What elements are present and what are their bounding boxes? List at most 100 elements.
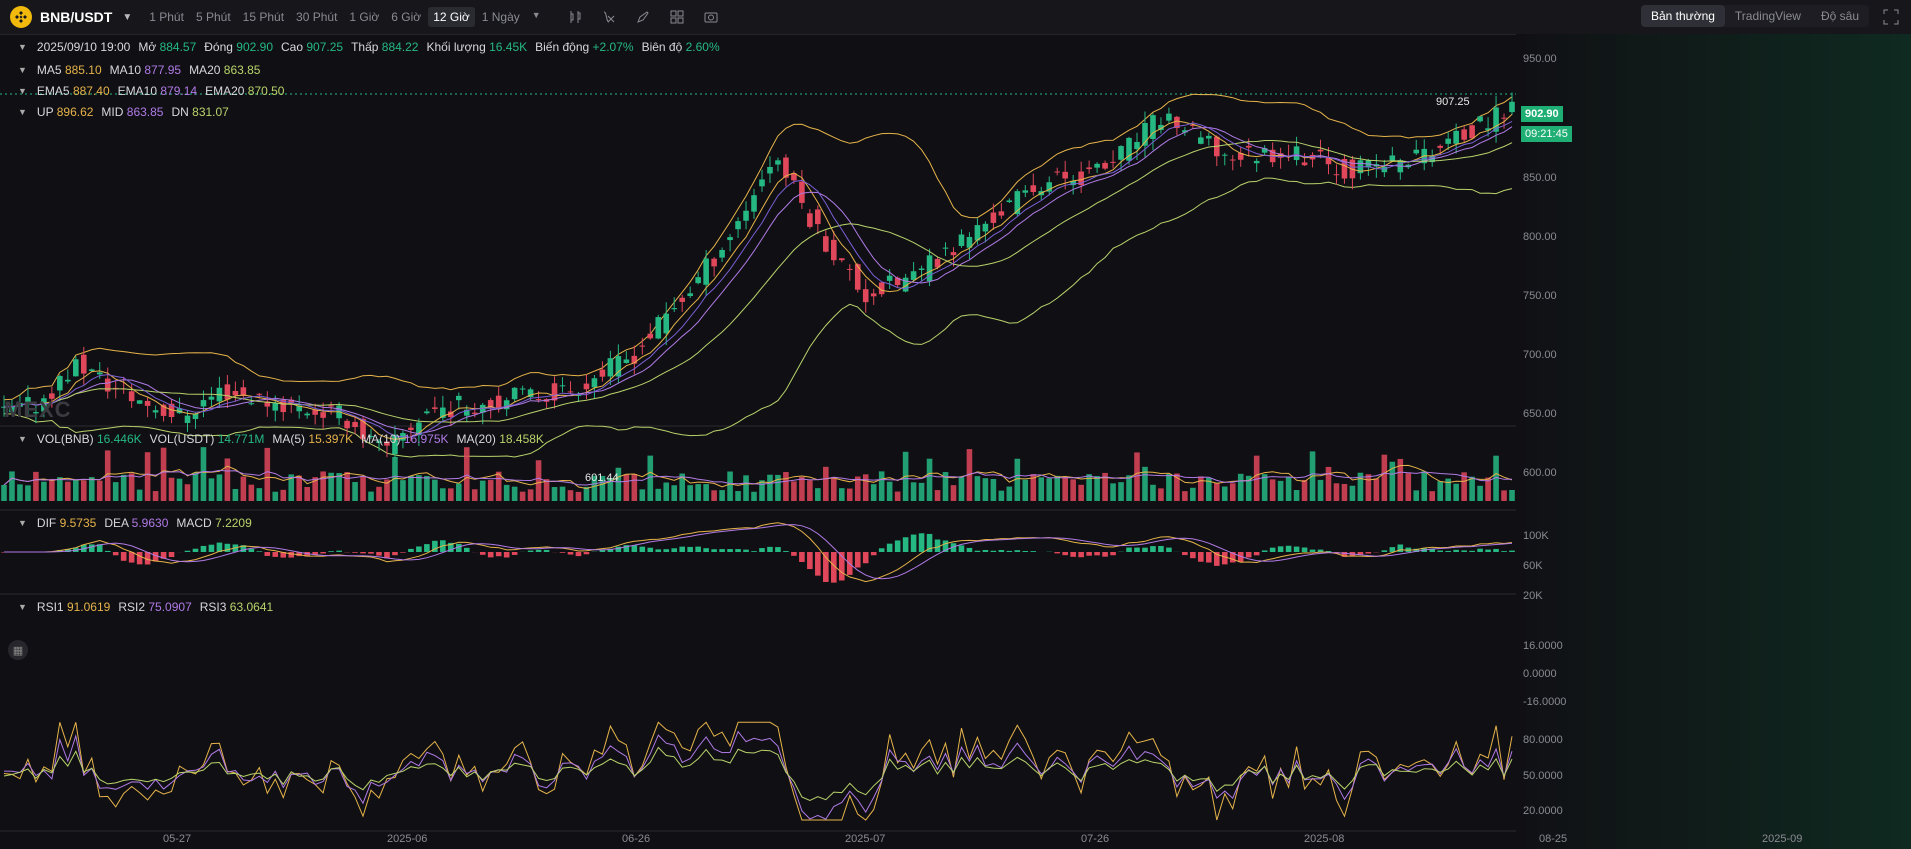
volume-legend: ▼ VOL(BNB) 16.446K VOL(USDT) 14.771M MA(… bbox=[18, 432, 544, 446]
candle-body bbox=[65, 379, 71, 382]
volume-bar bbox=[838, 488, 845, 501]
price-tick: 850.00 bbox=[1523, 172, 1557, 184]
pair-selector[interactable]: BNB/USDT bbox=[40, 9, 112, 25]
macd-bar bbox=[567, 552, 574, 555]
macd-bar bbox=[631, 545, 638, 552]
interval-30m[interactable]: 30 Phút bbox=[291, 7, 342, 27]
volume-bar bbox=[870, 484, 877, 501]
interval-1m[interactable]: 1 Phút bbox=[144, 7, 189, 27]
draw-icon[interactable] bbox=[634, 8, 652, 26]
rsi-collapse-icon[interactable]: ▼ bbox=[18, 602, 27, 612]
price-tick: 650.00 bbox=[1523, 408, 1557, 420]
volume-bar bbox=[1469, 476, 1475, 501]
interval-5m[interactable]: 5 Phút bbox=[191, 7, 236, 27]
boll-collapse-icon[interactable]: ▼ bbox=[18, 107, 27, 117]
interval-15m[interactable]: 15 Phút bbox=[238, 7, 289, 27]
volume-bar bbox=[1405, 473, 1412, 501]
volume-bar bbox=[535, 460, 542, 501]
candle-body bbox=[591, 378, 598, 388]
ma-collapse-icon[interactable]: ▼ bbox=[18, 65, 27, 75]
candle-body bbox=[1437, 145, 1443, 148]
macd-bar bbox=[799, 552, 805, 562]
indicator-icon[interactable] bbox=[566, 8, 584, 26]
low-value: 884.22 bbox=[381, 40, 419, 54]
candle-body bbox=[208, 396, 215, 400]
interval-more-icon[interactable]: ▼ bbox=[527, 7, 546, 27]
volume-bar bbox=[982, 478, 989, 501]
macd-bar bbox=[128, 552, 135, 563]
ma5-value: 885.10 bbox=[64, 63, 102, 77]
candle-body bbox=[232, 390, 239, 396]
macd-bar bbox=[807, 552, 813, 570]
interval-1d[interactable]: 1 Ngày bbox=[477, 7, 525, 27]
fullscreen-icon[interactable] bbox=[1883, 9, 1899, 25]
volume-bar bbox=[1038, 477, 1045, 501]
view-tradingview[interactable]: TradingView bbox=[1725, 5, 1811, 27]
candle-body bbox=[144, 400, 151, 406]
calendar-icon[interactable]: ▦ bbox=[8, 640, 28, 660]
volume-bar bbox=[1333, 483, 1340, 501]
collapse-icon[interactable]: ▼ bbox=[18, 42, 27, 52]
interval-1h[interactable]: 1 Giờ bbox=[344, 7, 384, 27]
volume-bar bbox=[1110, 483, 1116, 501]
ema5-value: 887.40 bbox=[72, 84, 110, 98]
candle-body bbox=[1102, 162, 1108, 169]
formula-icon[interactable] bbox=[600, 8, 618, 26]
macd-collapse-icon[interactable]: ▼ bbox=[18, 518, 27, 528]
price-tick: 600.00 bbox=[1523, 467, 1557, 479]
volume-bar bbox=[791, 481, 797, 501]
candle-body bbox=[408, 427, 414, 430]
camera-icon[interactable] bbox=[702, 8, 720, 26]
top-toolbar: BNB/USDT ▼ 1 Phút 5 Phút 15 Phút 30 Phút… bbox=[0, 0, 1911, 35]
macd-tick: 16.0000 bbox=[1523, 640, 1563, 652]
macd-bar bbox=[878, 548, 885, 552]
volume-bar bbox=[144, 452, 151, 501]
macd-bar bbox=[1166, 547, 1172, 552]
volume-bar bbox=[9, 471, 15, 501]
volume-bar bbox=[1429, 491, 1436, 501]
vol-collapse-icon[interactable]: ▼ bbox=[18, 434, 27, 444]
volume-bars bbox=[1, 447, 1515, 501]
volume-bar bbox=[703, 484, 709, 501]
volume-bar bbox=[974, 476, 981, 501]
macd-bar bbox=[719, 549, 725, 552]
interval-6h[interactable]: 6 Giờ bbox=[386, 7, 426, 27]
macd-label: MACD bbox=[176, 516, 212, 530]
view-depth[interactable]: Độ sâu bbox=[1811, 5, 1869, 27]
macd-bar bbox=[248, 548, 255, 552]
ma10-value: 877.95 bbox=[144, 63, 182, 77]
volume-bar bbox=[136, 489, 143, 501]
amplitude-value: 2.60% bbox=[685, 40, 720, 54]
date-tick: 05-27 bbox=[163, 833, 192, 845]
macd-bar bbox=[1022, 550, 1029, 552]
candle-body bbox=[352, 421, 358, 428]
volume-bar bbox=[80, 480, 87, 501]
macd-bar bbox=[751, 551, 757, 552]
macd-bar bbox=[1014, 550, 1021, 552]
moving-averages bbox=[3, 114, 1513, 440]
candle-body bbox=[1166, 113, 1172, 121]
vol-usdt-label: VOL(USDT) bbox=[149, 432, 215, 446]
volume-bar bbox=[471, 489, 478, 501]
view-standard[interactable]: Bản thường bbox=[1640, 5, 1725, 27]
macd-bar bbox=[1493, 548, 1499, 552]
pair-dropdown-icon[interactable]: ▼ bbox=[122, 12, 132, 23]
volume-bar bbox=[360, 476, 366, 501]
mexc-watermark: MEXC bbox=[4, 397, 72, 422]
layout-icon[interactable] bbox=[668, 8, 686, 26]
candle-body bbox=[432, 407, 438, 409]
candle-body bbox=[344, 420, 350, 429]
interval-12h[interactable]: 12 Giờ bbox=[428, 7, 475, 27]
macd-bar bbox=[1309, 549, 1316, 552]
ema-legend: ▼ EMA5 887.40 EMA10 879.14 EMA20 870.50 bbox=[18, 84, 284, 98]
ema-collapse-icon[interactable]: ▼ bbox=[18, 86, 27, 96]
macd-bar bbox=[854, 552, 861, 568]
candle-body bbox=[1062, 171, 1068, 179]
volume-bar bbox=[176, 478, 183, 501]
macd-bar bbox=[990, 550, 997, 552]
low-label: Thấp bbox=[351, 40, 379, 54]
low-marker: 601.44 bbox=[585, 472, 619, 484]
volume-bar bbox=[408, 475, 414, 501]
candle-body bbox=[272, 403, 279, 411]
macd-bar bbox=[224, 543, 231, 552]
